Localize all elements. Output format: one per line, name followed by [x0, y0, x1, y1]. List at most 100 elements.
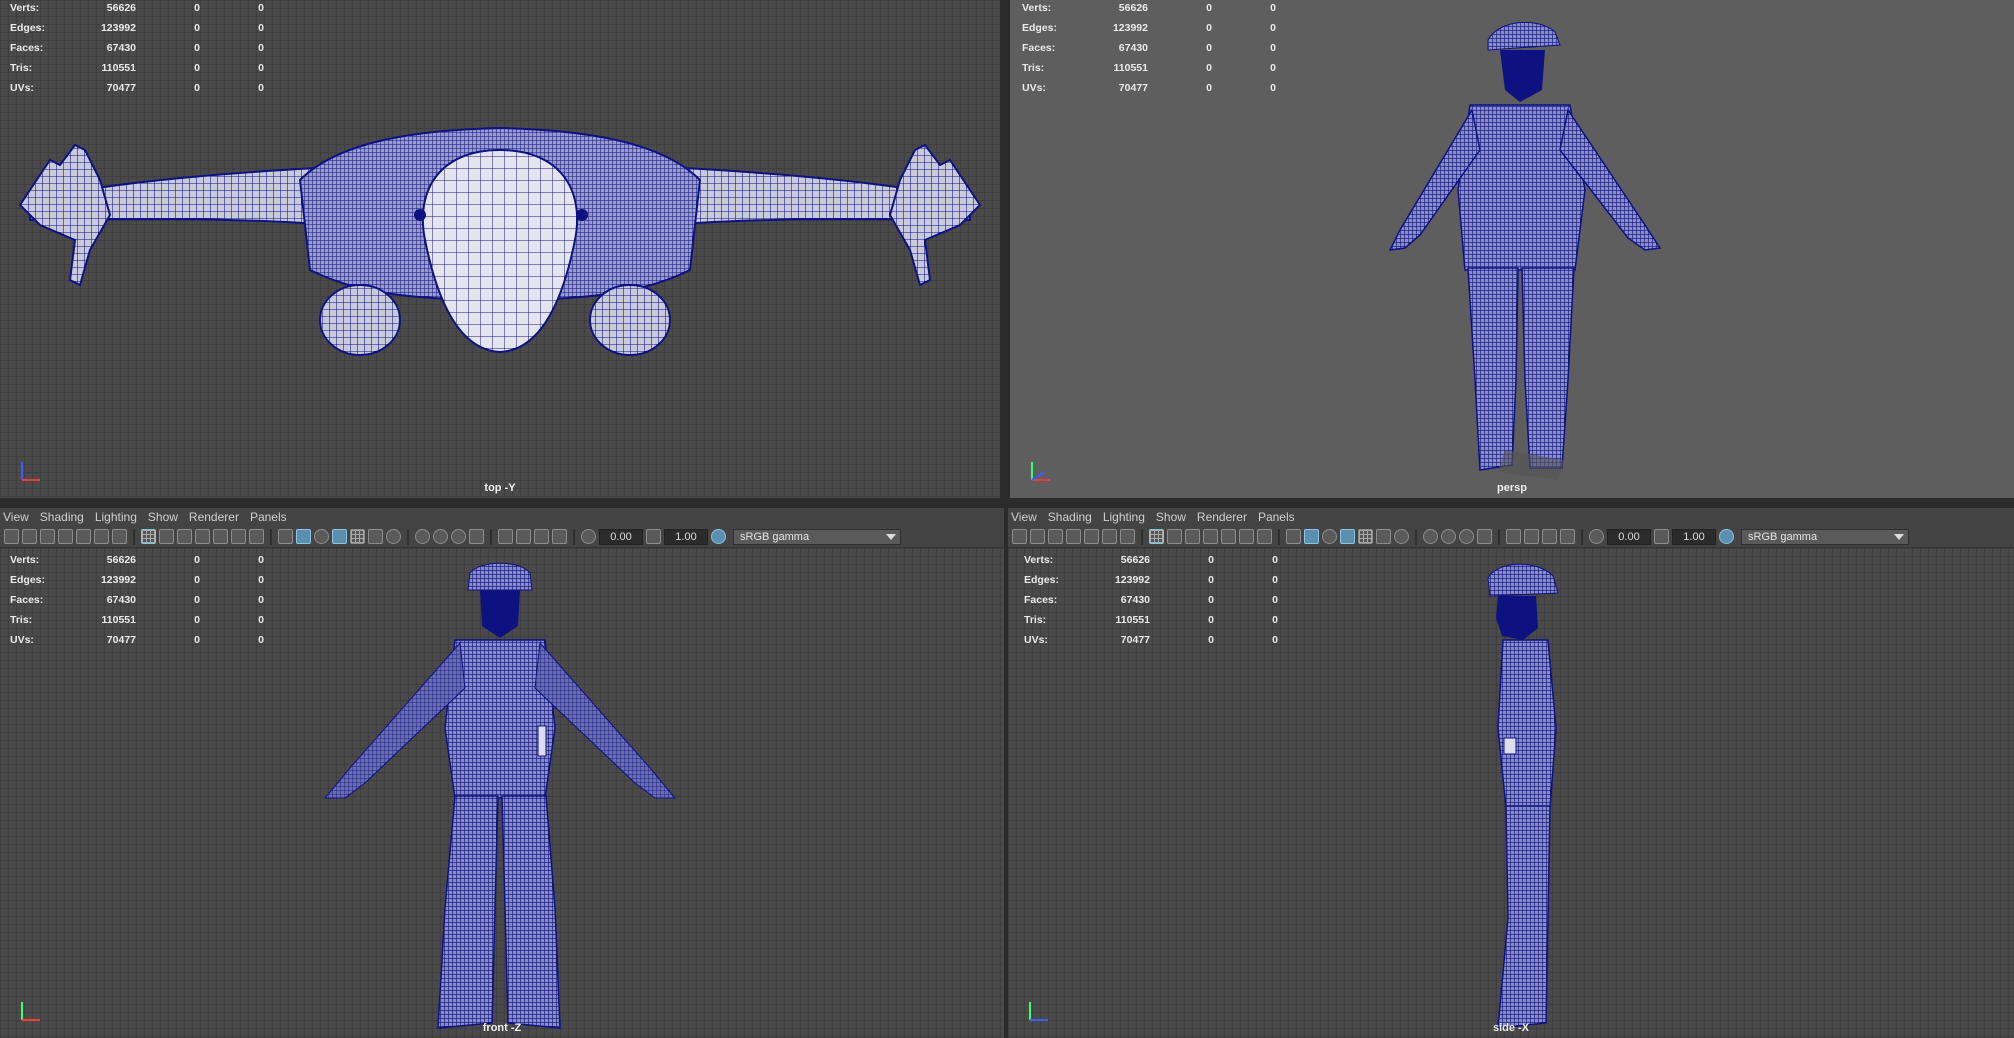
menu-shading[interactable]: Shading [1047, 510, 1102, 524]
viewport-splitter-vertical[interactable] [1000, 0, 1010, 498]
bookmark-icon[interactable] [58, 529, 73, 544]
menu-lighting[interactable]: Lighting [94, 510, 147, 524]
depth-of-field-icon[interactable] [469, 529, 484, 544]
shadows-icon[interactable] [386, 529, 401, 544]
bookmark-icon[interactable] [1066, 529, 1081, 544]
gate-mask-icon[interactable] [1203, 529, 1218, 544]
smooth-shade-icon[interactable] [296, 529, 311, 544]
grid-icon[interactable] [1149, 529, 1164, 544]
wireframe-icon[interactable] [1286, 529, 1301, 544]
viewport-side[interactable]: View Shading Lighting Show Renderer Pane… [1008, 508, 2014, 1038]
resolution-gate-icon[interactable] [177, 529, 192, 544]
screen-space-ao-icon[interactable] [1423, 529, 1438, 544]
menu-view[interactable]: View [1010, 510, 1047, 524]
motion-blur-icon[interactable] [1441, 529, 1456, 544]
camera-attributes-icon[interactable] [40, 529, 55, 544]
wireframe-on-shaded-icon[interactable] [332, 529, 347, 544]
character-mesh-side[interactable] [1458, 558, 1578, 1038]
menu-renderer[interactable]: Renderer [188, 510, 249, 524]
menu-lighting[interactable]: Lighting [1102, 510, 1155, 524]
2d-pan-zoom-icon[interactable] [1102, 529, 1117, 544]
select-camera-icon[interactable] [1012, 529, 1027, 544]
resolution-gate-icon[interactable] [1185, 529, 1200, 544]
grease-pencil-icon[interactable] [1120, 529, 1135, 544]
default-material-icon[interactable] [314, 529, 329, 544]
2d-pan-zoom-icon[interactable] [94, 529, 109, 544]
xray-active-icon[interactable] [1542, 529, 1557, 544]
default-material-icon[interactable] [1322, 529, 1337, 544]
viewport-persp[interactable]: Verts: 56626 0 0 Edges: 123992 0 0 Faces: 67430… [1010, 0, 2014, 498]
camera-attributes-icon[interactable] [1048, 529, 1063, 544]
anti-aliasing-icon[interactable] [451, 529, 466, 544]
anti-aliasing-icon[interactable] [1459, 529, 1474, 544]
exposure-icon[interactable] [1589, 529, 1604, 544]
menu-view[interactable]: View [2, 510, 39, 524]
menu-show[interactable]: Show [1155, 510, 1196, 524]
smooth-shade-icon[interactable] [1304, 529, 1319, 544]
motion-blur-icon[interactable] [433, 529, 448, 544]
menu-renderer[interactable]: Renderer [1196, 510, 1257, 524]
safe-title-icon[interactable] [1257, 529, 1272, 544]
character-mesh-front[interactable] [320, 558, 680, 1038]
character-mesh-top[interactable] [0, 120, 1000, 370]
safe-action-icon[interactable] [1239, 529, 1254, 544]
field-chart-icon[interactable] [1221, 529, 1236, 544]
hud-row-edges: Edges: 123992 0 0 [10, 22, 264, 34]
shadows-icon[interactable] [1394, 529, 1409, 544]
hud-row-tris: Tris: 110551 0 0 [1022, 62, 1276, 74]
image-plane-icon[interactable] [76, 529, 91, 544]
safe-title-icon[interactable] [249, 529, 264, 544]
gamma-field[interactable]: 1.00 [1672, 528, 1716, 545]
viewport-top[interactable]: Verts: 56626 0 0 Edges: 123992 0 0 Faces: 67430… [0, 0, 1000, 498]
view-transform-select[interactable]: sRGB gamma [733, 528, 901, 545]
menu-panels[interactable]: Panels [249, 510, 297, 524]
xray-icon[interactable] [1524, 529, 1539, 544]
textured-icon[interactable] [350, 529, 365, 544]
xray-joints-icon[interactable] [1560, 529, 1575, 544]
view-transform-select[interactable]: sRGB gamma [1741, 528, 1909, 545]
use-all-lights-icon[interactable] [368, 529, 383, 544]
gamma-icon[interactable] [646, 529, 661, 544]
xray-icon[interactable] [516, 529, 531, 544]
color-management-icon[interactable] [711, 529, 726, 544]
menu-show[interactable]: Show [147, 510, 188, 524]
isolate-select-icon[interactable] [498, 529, 513, 544]
select-camera-icon[interactable] [4, 529, 19, 544]
film-gate-icon[interactable] [159, 529, 174, 544]
gate-mask-icon[interactable] [195, 529, 210, 544]
textured-icon[interactable] [1358, 529, 1373, 544]
hud-row-uvs: UVs: 70477 0 0 [10, 634, 264, 646]
lock-camera-icon[interactable] [22, 529, 37, 544]
field-chart-icon[interactable] [213, 529, 228, 544]
menu-shading[interactable]: Shading [39, 510, 94, 524]
hud-row-edges: Edges: 123992 0 0 [1022, 22, 1276, 34]
lock-camera-icon[interactable] [1030, 529, 1045, 544]
exposure-field[interactable]: 0.00 [1607, 528, 1651, 545]
color-management-icon[interactable] [1719, 529, 1734, 544]
grid-icon[interactable] [141, 529, 156, 544]
isolate-select-icon[interactable] [1506, 529, 1521, 544]
menu-panels[interactable]: Panels [1257, 510, 1305, 524]
exposure-field[interactable]: 0.00 [599, 528, 643, 545]
screen-space-ao-icon[interactable] [415, 529, 430, 544]
gamma-icon[interactable] [1654, 529, 1669, 544]
wireframe-on-shaded-icon[interactable] [1340, 529, 1355, 544]
chevron-down-icon [1894, 533, 1904, 540]
xray-active-icon[interactable] [534, 529, 549, 544]
wireframe-icon[interactable] [278, 529, 293, 544]
grease-pencil-icon[interactable] [112, 529, 127, 544]
viewport-front[interactable]: View Shading Lighting Show Renderer Pane… [0, 508, 1004, 1038]
depth-of-field-icon[interactable] [1477, 529, 1492, 544]
exposure-icon[interactable] [581, 529, 596, 544]
hud-row-tris: Tris: 110551 0 0 [10, 614, 264, 626]
hud-row-uvs: UVs: 70477 0 0 [10, 82, 264, 94]
image-plane-icon[interactable] [1084, 529, 1099, 544]
character-mesh-persp[interactable] [1360, 10, 1680, 490]
safe-action-icon[interactable] [231, 529, 246, 544]
use-all-lights-icon[interactable] [1376, 529, 1391, 544]
hud-row-faces: Faces: 67430 0 0 [10, 42, 264, 54]
film-gate-icon[interactable] [1167, 529, 1182, 544]
xray-joints-icon[interactable] [552, 529, 567, 544]
viewport-splitter-horizontal[interactable] [0, 498, 2014, 508]
gamma-field[interactable]: 1.00 [664, 528, 708, 545]
